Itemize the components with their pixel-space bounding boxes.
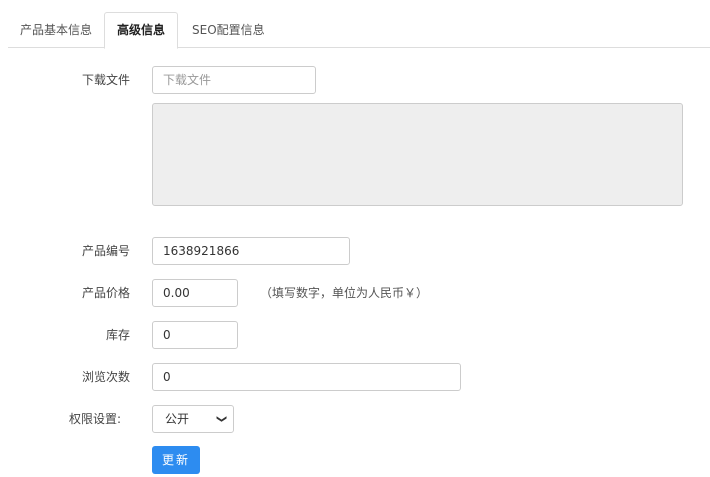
views-input[interactable] <box>152 363 461 391</box>
permission-selected-value: 公开 <box>165 412 190 426</box>
tab-bar: 产品基本信息 高级信息 SEO配置信息 <box>8 12 710 49</box>
stock-label: 库存 <box>105 328 130 342</box>
tab-basic-info[interactable]: 产品基本信息 <box>8 12 104 48</box>
download-label: 下载文件 <box>81 73 130 87</box>
price-label: 产品价格 <box>81 286 130 300</box>
product-no-input[interactable] <box>152 237 350 265</box>
download-input[interactable] <box>152 66 316 94</box>
tab-seo-config[interactable]: SEO配置信息 <box>180 12 277 48</box>
permission-label: 权限设置: <box>68 412 121 426</box>
download-textarea[interactable] <box>152 103 683 206</box>
product-no-label: 产品编号 <box>81 244 130 258</box>
update-button[interactable]: 更新 <box>152 446 201 474</box>
chevron-down-icon: ❯ <box>215 414 227 424</box>
stock-input[interactable] <box>152 321 238 349</box>
permission-select[interactable]: 公开 ❯ <box>152 405 234 433</box>
views-label: 浏览次数 <box>81 370 130 384</box>
price-input[interactable] <box>152 279 238 307</box>
price-hint: （填写数字，单位为人民币￥） <box>260 286 429 300</box>
tab-advanced-info[interactable]: 高级信息 <box>104 12 179 49</box>
